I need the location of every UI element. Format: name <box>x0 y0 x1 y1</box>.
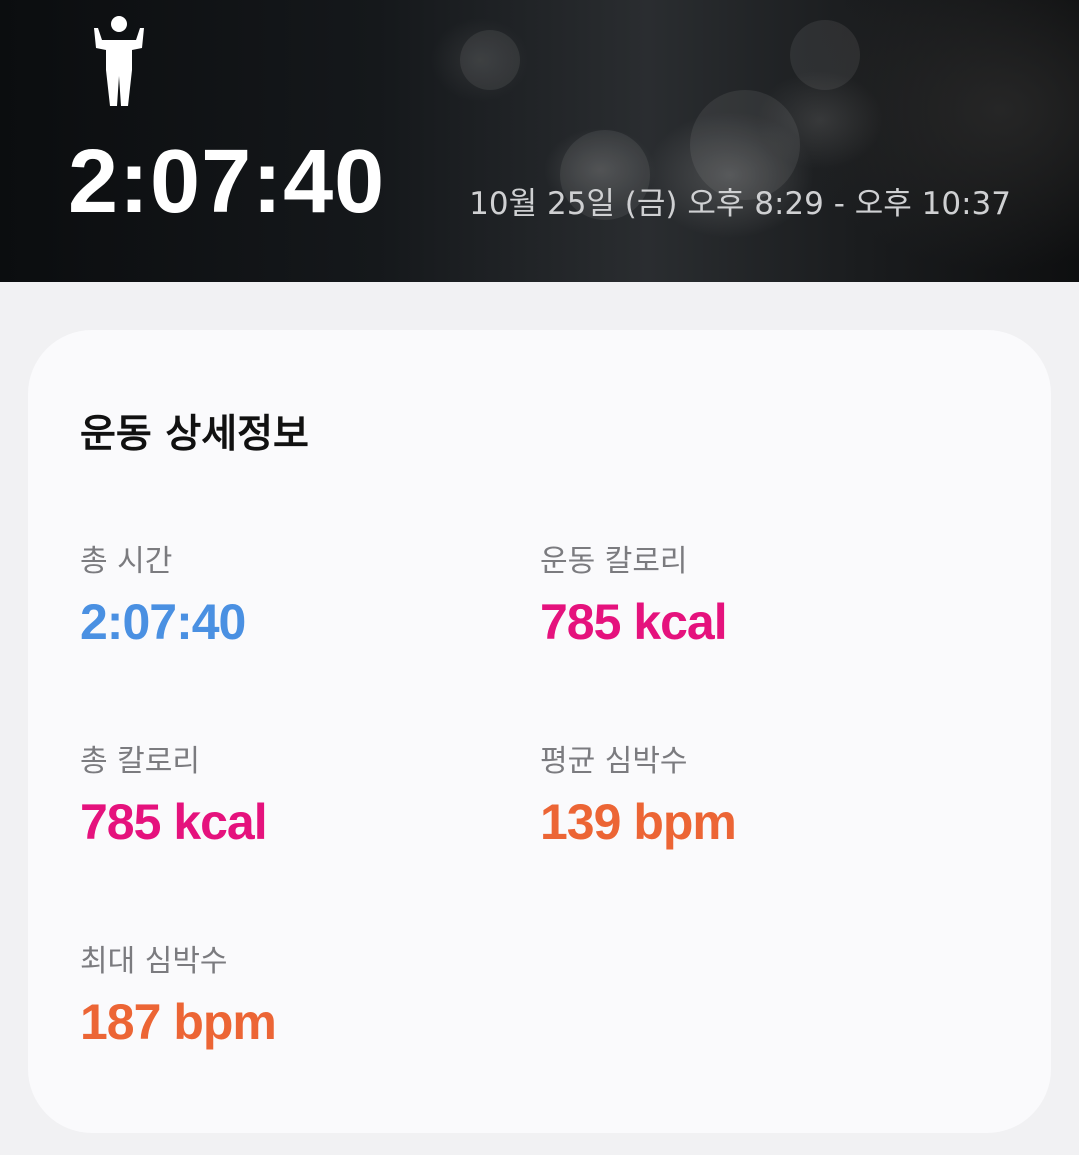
workout-time-range: 10월 25일 (금) 오후 8:29 - 오후 10:37 <box>469 186 1011 222</box>
stat-label: 최대 심박수 <box>80 944 228 979</box>
stat-total-time: 총 시간 2:07:40 <box>80 542 520 650</box>
background-bokeh <box>460 30 520 90</box>
stat-label: 총 칼로리 <box>80 744 200 779</box>
details-title: 운동 상세정보 <box>80 412 309 457</box>
workout-header: 2:07:40 10월 25일 (금) 오후 8:29 - 오후 10:37 <box>0 0 1079 282</box>
stat-value: 785 kcal <box>80 794 268 850</box>
stat-label: 총 시간 <box>80 544 173 579</box>
stat-max-heart-rate: 최대 심박수 187 bpm <box>80 942 520 1050</box>
workout-duration: 2:07:40 <box>68 132 386 232</box>
stat-label: 평균 심박수 <box>540 744 688 779</box>
stat-value: 139 bpm <box>540 794 737 850</box>
stat-total-calories: 총 칼로리 785 kcal <box>80 742 520 850</box>
stat-value: 187 bpm <box>80 994 277 1050</box>
stat-value: 2:07:40 <box>80 594 246 650</box>
person-flexing-icon <box>94 16 144 106</box>
stat-label: 운동 칼로리 <box>540 544 688 579</box>
stat-average-heart-rate: 평균 심박수 139 bpm <box>540 742 980 850</box>
workout-details-card: 운동 상세정보 총 시간 2:07:40 운동 칼로리 785 kcal 총 칼… <box>28 330 1051 1133</box>
stat-exercise-calories: 운동 칼로리 785 kcal <box>540 542 980 650</box>
stat-value: 785 kcal <box>540 594 728 650</box>
background-bokeh <box>790 20 860 90</box>
